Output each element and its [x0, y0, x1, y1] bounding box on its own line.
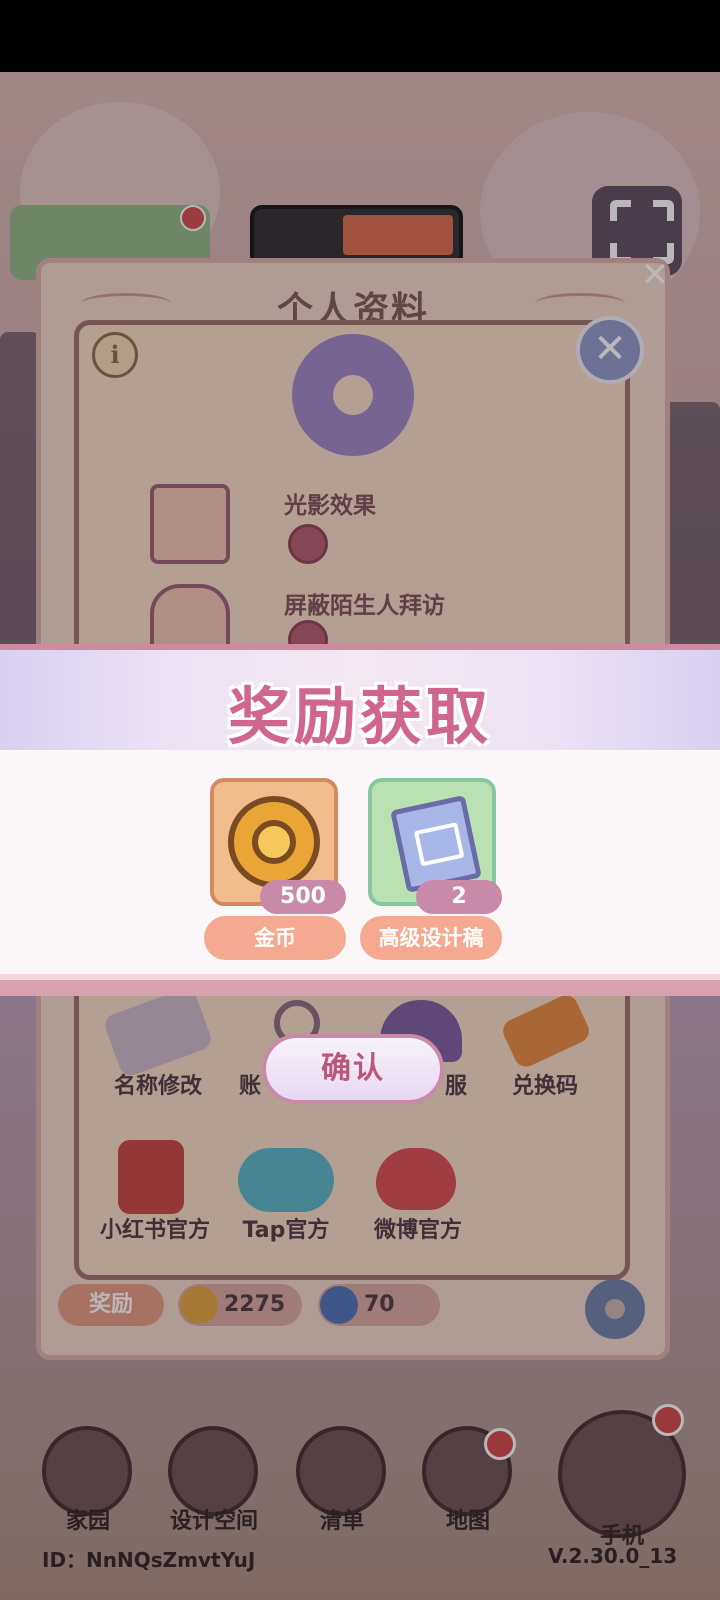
reward-popup: 奖励获取 500 金币 2 高级设计稿 — [0, 644, 720, 996]
confirm-button[interactable]: 确认 — [262, 1034, 444, 1104]
reward-footer-band — [0, 974, 720, 996]
reward-header: 奖励获取 — [0, 644, 720, 753]
reward-count-design: 2 — [416, 880, 502, 914]
reward-title: 奖励获取 — [227, 680, 492, 753]
coin-icon — [228, 796, 320, 888]
status-bar — [0, 0, 720, 72]
reward-name-coin: 金币 — [204, 916, 346, 960]
design-scroll-icon — [390, 795, 482, 893]
game-screen: 个人资料 ✕ i ✕ 光影效果 屏蔽陌生人拜访 名称修改 账 服 兑换码 小红书… — [0, 0, 720, 1600]
reward-count-coin: 500 — [260, 880, 346, 914]
reward-name-design: 高级设计稿 — [360, 916, 502, 960]
